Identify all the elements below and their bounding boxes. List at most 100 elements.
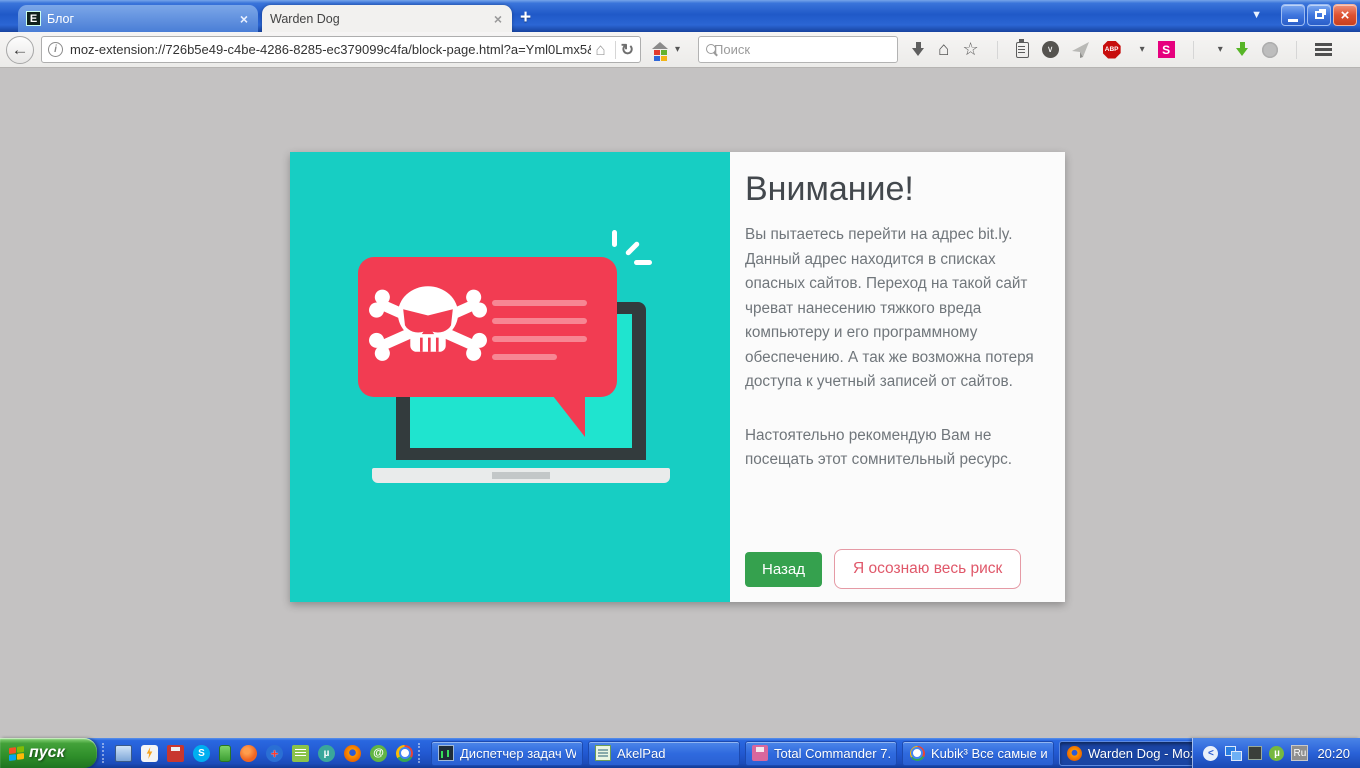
chrome-icon [910,746,925,761]
speed-dial-caret-icon[interactable]: ▾ [675,44,680,55]
toolbar-divider [997,41,998,59]
taskbar-separator [418,743,422,763]
toolbar-divider [1296,41,1297,59]
accept-risk-button[interactable]: Я осознаю весь риск [834,549,1021,589]
downloads-icon[interactable] [912,42,925,57]
close-window-button[interactable]: × [1333,4,1357,26]
info-icon[interactable]: i [48,42,63,57]
show-desktop-icon[interactable] [115,745,132,762]
player-icon[interactable] [219,745,231,762]
task-button-warden-dog[interactable]: Warden Dog - Mozilla ... [1059,741,1211,766]
windows-logo-icon [9,745,24,760]
task-button-total-commander[interactable]: Total Commander 7.5... [745,741,897,766]
restore-button[interactable] [1307,4,1331,26]
home-icon[interactable]: ⌂ [938,39,949,61]
send-tab-icon[interactable] [1072,42,1090,58]
back-arrow-icon: ← [12,40,29,60]
bookmark-star-icon[interactable]: ☆ [963,39,979,60]
blog-favicon-icon: E [26,11,41,26]
language-indicator[interactable]: Ru [1291,745,1308,761]
tab-blog[interactable]: E Блог × [18,5,258,32]
tray-app-icon[interactable] [1248,746,1262,760]
adblock-caret-icon[interactable]: ▾ [1140,44,1145,55]
page-action-home-icon[interactable]: ⌂ [595,40,605,60]
start-button-label: пуск [29,744,65,762]
url-input[interactable] [70,42,591,57]
network-icon[interactable] [1225,746,1241,760]
laptop-base [372,468,670,483]
task-button-taskmanager[interactable]: Диспетчер задач Wi... [431,741,583,766]
winamp-icon[interactable] [141,745,158,762]
speed-dial-tiles [654,50,667,61]
task-label: Диспетчер задач Wi... [460,746,576,761]
bookmarks-menu-icon[interactable] [1016,42,1029,58]
task-label: AkelPad [617,746,665,761]
mail-icon[interactable]: @ [370,745,387,762]
search-input[interactable] [714,42,890,57]
adblock-plus-icon[interactable]: ABP [1103,41,1121,59]
reload-icon[interactable]: ↻ [621,40,634,60]
back-nav-button[interactable]: Назад [745,552,822,587]
task-label: Warden Dog - Mozilla ... [1088,746,1204,761]
task-button-kubik[interactable]: Kubik³ Все самые ин... [902,741,1054,766]
globe-icon[interactable] [1262,42,1278,58]
savefrom-caret-icon[interactable]: ▾ [1218,44,1223,55]
tab-warden-dog[interactable]: Warden Dog × [262,5,512,32]
restore-icon [1315,11,1324,19]
bubble-text-line [492,354,557,360]
close-tab-icon[interactable]: × [492,11,504,27]
back-button[interactable]: ← [6,36,34,64]
warning-paragraph-1: Вы пытаетесь перейти на адрес bit.ly. Да… [745,223,1045,395]
menu-icon[interactable] [1315,43,1332,56]
url-bar-divider [615,41,616,59]
taskbar: пуск S + µ @ Диспетчер задач Wi... [0,738,1360,768]
tab-blog-label: Блог [47,12,238,26]
spark-icon [612,230,617,247]
minimize-button[interactable] [1281,4,1305,26]
url-bar[interactable]: i ⌂ ↻ [41,36,641,63]
first-aid-icon[interactable]: + [266,745,283,762]
page-content: Внимание! Вы пытаетесь перейти на адрес … [0,68,1360,738]
warning-heading: Внимание! [745,170,1045,209]
laptop-notch [492,472,550,479]
speed-dial-roof [652,42,668,49]
firefox-icon[interactable] [344,745,361,762]
task-label: Total Commander 7.5... [774,746,890,761]
utorrent-icon[interactable]: µ [318,745,335,762]
task-manager-icon [438,745,454,761]
close-tab-icon[interactable]: × [238,11,250,27]
bubble-text-line [492,318,587,324]
toolbar-icons: ⌂ ☆ ∨ ABP ▾ S ▾ [912,39,1341,61]
tray-chevron-icon[interactable]: < [1203,746,1218,761]
search-box[interactable] [698,36,898,63]
utorrent-tray-icon[interactable]: µ [1269,746,1284,761]
firefox-icon [1067,746,1082,761]
skull-crossbones-icon [366,268,490,386]
tab-list-caret-icon[interactable]: ▼ [1251,9,1262,21]
pocket-icon[interactable]: ∨ [1042,41,1059,58]
illustration-panel [290,152,730,602]
save-app-icon[interactable] [167,745,184,762]
orange-app-icon[interactable] [240,745,257,762]
notepad-icon[interactable] [292,745,309,762]
total-commander-icon [752,745,768,761]
speed-dial-home-icon[interactable] [651,42,669,58]
start-button[interactable]: пуск [0,738,97,768]
bubble-text-line [492,300,587,306]
browser-titlebar: E Блог × Warden Dog × + ▼ × [0,0,1360,32]
warning-paragraph-2: Настоятельно рекомендую Вам не посещать … [745,424,1045,473]
tab-warden-dog-label: Warden Dog [270,12,492,26]
skype-icon[interactable]: S [193,745,210,762]
savefrom-icon[interactable]: S [1158,41,1175,58]
close-icon: × [1341,7,1350,24]
task-label: Kubik³ Все самые ин... [931,746,1047,761]
task-button-akelpad[interactable]: AkelPad [588,741,740,766]
minimize-icon [1288,19,1298,22]
search-icon [706,44,707,56]
warning-buttons: Назад Я осознаю весь риск [745,549,1021,589]
chrome-icon[interactable] [396,745,413,762]
download-helper-icon[interactable] [1236,42,1249,57]
desktop-screen: E Блог × Warden Dog × + ▼ × ← i ⌂ ↻ ▾ [0,0,1360,768]
new-tab-button[interactable]: + [520,7,531,29]
quick-launch-bar: S + µ @ [115,745,413,762]
